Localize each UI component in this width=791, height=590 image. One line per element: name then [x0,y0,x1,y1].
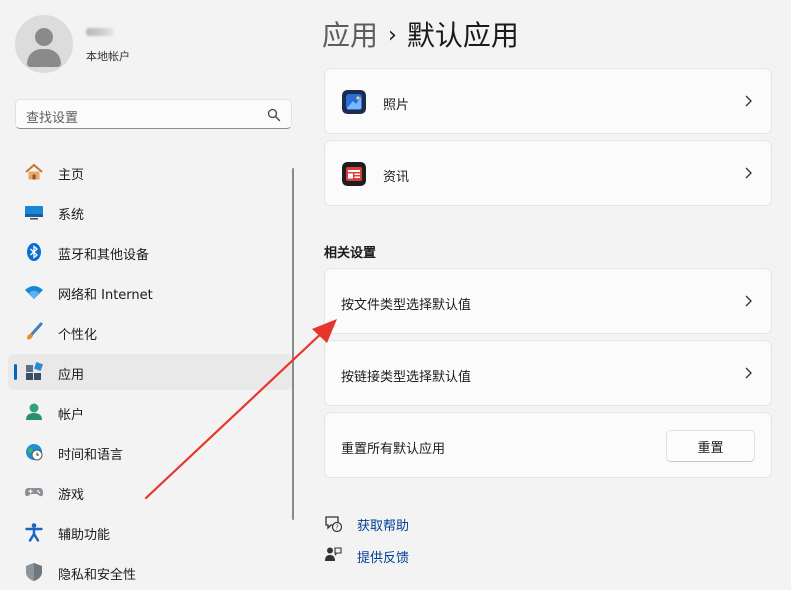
sidebar-item-label: 帐户 [58,408,85,423]
search-input[interactable]: 查找设置 [15,99,292,129]
row-label: 重置所有默认应用 [341,442,446,457]
sidebar-item-personalization[interactable]: 个性化 [8,314,292,350]
user-avatar[interactable] [15,15,73,73]
sidebar-item-label: 时间和语言 [58,448,124,463]
user-name-redacted [86,28,114,36]
chevron-right-icon [745,295,752,307]
monitor-icon [25,206,43,220]
chevron-right-icon [745,167,752,179]
shield-icon [26,563,42,581]
sidebar-item-label: 个性化 [58,328,98,343]
app-name: 照片 [383,98,410,113]
row-label: 按文件类型选择默认值 [341,298,472,313]
sidebar-item-bluetooth[interactable]: 蓝牙和其他设备 [8,234,292,270]
breadcrumb-parent[interactable]: 应用 [322,19,378,52]
globe-clock-icon [26,444,43,461]
sidebar-item-home[interactable]: 主页 [8,154,292,190]
sidebar-item-privacy[interactable]: 隐私和安全性 [8,554,292,590]
sidebar-item-label: 主页 [58,168,85,183]
chevron-right-icon [745,367,752,379]
breadcrumb-separator: › [388,23,397,48]
sidebar-item-accounts[interactable]: 帐户 [8,394,292,430]
bluetooth-icon [27,243,41,261]
search-icon [267,108,281,122]
gamepad-icon [25,488,43,497]
link-label: 获取帮助 [357,519,410,534]
wifi-icon [25,286,43,299]
sidebar-item-label: 网络和 Internet [58,288,153,303]
sidebar-item-accessibility[interactable]: 辅助功能 [8,514,292,550]
reset-button[interactable]: 重置 [666,430,755,462]
sidebar-item-apps[interactable]: 应用 [8,354,292,390]
news-icon [342,162,366,186]
photos-icon [342,90,366,114]
apps-icon [26,362,43,380]
sidebar-item-gaming[interactable]: 游戏 [8,474,292,510]
sidebar-item-system[interactable]: 系统 [8,194,292,230]
related-settings-title: 相关设置 [324,246,377,261]
breadcrumb: 应用 › 默认应用 [322,14,519,54]
page-title: 默认应用 [406,19,519,52]
reset-default-apps-row: 重置所有默认应用 重置 [324,412,772,478]
svg-text:?: ? [335,524,339,532]
app-row-news[interactable]: 资讯 [324,140,772,206]
feedback-icon [325,547,342,561]
search-placeholder: 查找设置 [26,111,79,126]
sidebar-item-label: 游戏 [58,488,85,503]
sidebar-item-label: 系统 [58,208,85,223]
link-label: 提供反馈 [357,551,410,566]
person-icon [26,403,42,420]
app-name: 资讯 [383,170,410,185]
sidebar-scrollbar[interactable] [292,168,294,520]
active-indicator [14,364,17,380]
home-icon [25,163,43,180]
sidebar-item-time-language[interactable]: 时间和语言 [8,434,292,470]
account-type: 本地帐户 [86,50,130,63]
brush-icon [27,322,43,340]
accessibility-icon [25,523,43,542]
choose-defaults-by-file-type[interactable]: 按文件类型选择默认值 [324,268,772,334]
help-icon: ? [325,516,342,532]
sidebar-item-label: 隐私和安全性 [58,568,137,583]
sidebar-item-label: 应用 [58,368,85,383]
sidebar-item-label: 辅助功能 [58,528,111,543]
row-label: 按链接类型选择默认值 [341,370,472,385]
sidebar-item-network[interactable]: 网络和 Internet [8,274,292,310]
app-row-photos[interactable]: 照片 [324,68,772,134]
sidebar-item-label: 蓝牙和其他设备 [58,248,150,263]
choose-defaults-by-link-type[interactable]: 按链接类型选择默认值 [324,340,772,406]
chevron-right-icon [745,95,752,107]
